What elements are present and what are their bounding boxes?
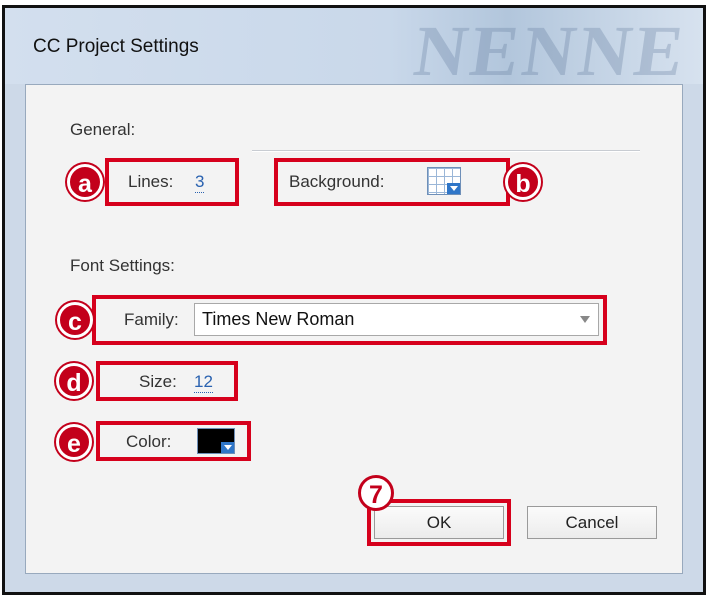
callout-badge-a: a xyxy=(67,164,103,200)
font-settings-heading: Font Settings: xyxy=(70,256,175,275)
callout-badge-e: e xyxy=(56,424,92,460)
title-bar-watermark: NENNE xyxy=(409,11,693,84)
callout-box-lines xyxy=(105,158,239,206)
callout-box-background xyxy=(274,158,510,206)
title-bar: NENNE CC Project Settings xyxy=(5,8,703,84)
callout-badge-c: c xyxy=(57,302,93,338)
dialog-title: CC Project Settings xyxy=(33,36,199,57)
callout-badge-step-7: 7 xyxy=(358,475,394,511)
section-divider xyxy=(252,150,640,152)
callout-box-color xyxy=(96,421,251,461)
general-heading: General: xyxy=(70,120,136,139)
callout-box-ok xyxy=(367,499,511,546)
callout-badge-d: d xyxy=(56,363,92,399)
callout-badge-b: b xyxy=(505,164,541,200)
callout-box-family xyxy=(92,295,607,345)
cancel-button[interactable]: Cancel xyxy=(527,506,657,539)
callout-box-size xyxy=(96,361,238,401)
